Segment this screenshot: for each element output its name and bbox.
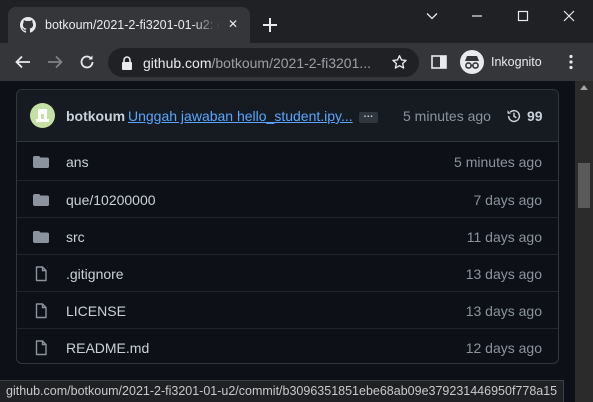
- file-name[interactable]: .gitignore: [66, 266, 124, 282]
- page-scrollbar[interactable]: [575, 81, 593, 402]
- chevron-down-icon[interactable]: [418, 5, 446, 27]
- commit-count: 99: [527, 108, 543, 124]
- new-tab-icon[interactable]: [260, 15, 280, 35]
- file-age: 5 minutes ago: [454, 154, 542, 170]
- expand-commit-button[interactable]: ...: [359, 110, 378, 123]
- file-name[interactable]: README.md: [66, 340, 149, 356]
- browser-tab[interactable]: botkoum/2021-2-fi3201-01-u2: e ✕: [8, 7, 250, 43]
- scroll-up-arrow-icon[interactable]: [580, 85, 588, 90]
- url-text: github.com/botkoum/2021-2-fi3201...: [143, 55, 387, 72]
- file-age: 12 days ago: [465, 340, 542, 356]
- commit-history-link[interactable]: 99: [506, 107, 556, 127]
- page-content: botkoum Unggah jawaban hello_student.ipy…: [0, 81, 575, 402]
- forward-arrow-icon[interactable]: [46, 53, 64, 71]
- minimize-icon[interactable]: [463, 5, 491, 27]
- file-icon: [35, 340, 47, 356]
- url-host: github.com: [143, 55, 212, 71]
- avatar[interactable]: [30, 103, 55, 128]
- folder-icon: [33, 193, 49, 206]
- back-arrow-icon[interactable]: [14, 53, 32, 71]
- address-bar[interactable]: github.com/botkoum/2021-2-fi3201...: [108, 48, 419, 77]
- file-list: ans 5 minutes ago que/10200000 7 days ag…: [17, 143, 558, 363]
- table-row[interactable]: README.md 12 days ago: [17, 328, 558, 363]
- table-row[interactable]: LICENSE 13 days ago: [17, 291, 558, 328]
- github-icon: [20, 17, 36, 33]
- file-name[interactable]: LICENSE: [66, 303, 126, 319]
- incognito-icon: [460, 50, 484, 74]
- reload-icon[interactable]: [78, 53, 96, 71]
- menu-dots-icon[interactable]: [562, 53, 580, 71]
- commit-author[interactable]: botkoum: [66, 108, 125, 124]
- table-row[interactable]: src 11 days ago: [17, 217, 558, 254]
- table-row[interactable]: .gitignore 13 days ago: [17, 254, 558, 291]
- maximize-icon[interactable]: [509, 5, 537, 27]
- bookmark-star-icon[interactable]: [391, 54, 408, 71]
- history-icon: [507, 109, 521, 123]
- tab-title: botkoum/2021-2-fi3201-01-u2: e: [45, 18, 220, 32]
- folder-icon: [33, 155, 49, 168]
- file-age: 13 days ago: [465, 266, 542, 282]
- browser-toolbar: github.com/botkoum/2021-2-fi3201... Inko…: [0, 43, 593, 81]
- file-age: 7 days ago: [473, 192, 543, 208]
- file-name[interactable]: src: [66, 229, 85, 245]
- side-panel-icon[interactable]: [430, 53, 448, 71]
- table-row[interactable]: que/10200000 7 days ago: [17, 180, 558, 217]
- close-window-icon[interactable]: [555, 5, 583, 27]
- incognito-label: Inkognito: [491, 55, 542, 69]
- file-name[interactable]: que/10200000: [66, 192, 156, 208]
- url-path: /botkoum/2021-2-fi3201...: [211, 55, 372, 71]
- file-age: 13 days ago: [465, 303, 542, 319]
- file-icon: [35, 266, 47, 282]
- file-browser: botkoum Unggah jawaban hello_student.ipy…: [16, 89, 559, 364]
- link-status-bar: github.com/botkoum/2021-2-fi3201-01-u2/c…: [0, 380, 565, 402]
- table-row[interactable]: ans 5 minutes ago: [17, 143, 558, 180]
- lock-icon[interactable]: [120, 55, 134, 71]
- file-icon: [35, 303, 47, 319]
- file-name[interactable]: ans: [66, 154, 89, 170]
- file-age: 11 days ago: [466, 229, 542, 245]
- tab-close-icon[interactable]: ✕: [225, 16, 241, 32]
- commit-message-link[interactable]: Unggah jawaban hello_student.ipy...: [128, 108, 353, 124]
- latest-commit-bar: botkoum Unggah jawaban hello_student.ipy…: [17, 90, 558, 142]
- folder-icon: [33, 230, 49, 243]
- commit-time: 5 minutes ago: [403, 108, 491, 124]
- tab-strip: botkoum/2021-2-fi3201-01-u2: e ✕: [0, 0, 593, 43]
- scroll-thumb[interactable]: [578, 163, 590, 208]
- incognito-profile-button[interactable]: Inkognito: [460, 49, 550, 75]
